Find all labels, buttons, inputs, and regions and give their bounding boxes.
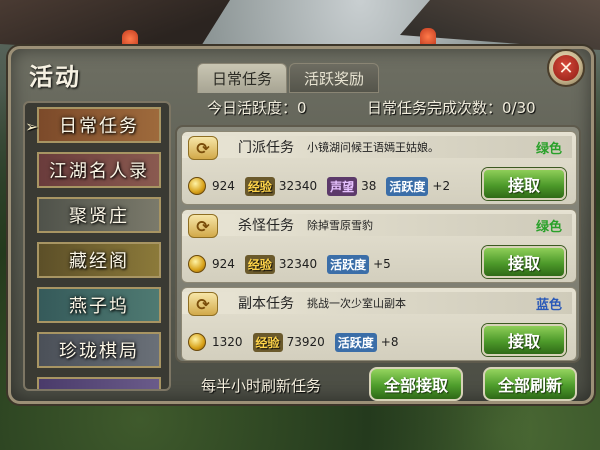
sidebar-item-label: 江湖名人录 [49, 161, 149, 182]
activity-panel: 活动 ✕ 日常任务 活跃奖励 今日活跃度：0 日常任务完成次数：0/30 ➢ 日… [8, 46, 594, 404]
exp-reward: 32340 [278, 179, 318, 193]
task-name: 副本任务 [238, 296, 294, 312]
reputation-reward: 38 [361, 179, 377, 193]
exp-reward: 32340 [278, 257, 318, 271]
task-description: 小镜湖问候王语嫣王姑娘。 [307, 141, 439, 154]
reputation-label: 声望 [327, 176, 358, 196]
sidebar-item-label: 珍珑棋局 [59, 341, 139, 362]
daily-completion-count: 日常任务完成次数：0/30 [367, 99, 536, 117]
exp-label: 经验 [244, 254, 275, 274]
silver-reward: 924 [212, 257, 235, 271]
sidebar-item-cangjingge[interactable]: 藏经阁 [37, 242, 161, 278]
task-name: 杀怪任务 [238, 218, 294, 234]
close-icon: ✕ [553, 55, 579, 81]
sidebar: ➢ 日常任务 江湖名人录 聚贤庄 藏经阁 燕子坞 珍珑棋局 [23, 101, 171, 391]
task-row-sect: ⟳ 门派任务 小镜湖问候王语嫣王姑娘。 绿色 924 经验 32340 声望 3… [181, 131, 577, 205]
sidebar-item-label: 聚贤庄 [69, 206, 129, 227]
sidebar-item-yanziwu[interactable]: 燕子坞 [37, 287, 161, 323]
activity-reward: +8 [380, 335, 399, 349]
activity-reward: +2 [432, 179, 451, 193]
coin-icon [188, 333, 206, 351]
sidebar-item-label: 藏经阁 [69, 251, 129, 272]
task-name: 门派任务 [238, 140, 294, 156]
refresh-note: 每半小时刷新任务 [201, 377, 322, 395]
activity-label: 活跃度 [386, 176, 429, 196]
sidebar-item-zhenlong-chess[interactable]: 珍珑棋局 [37, 332, 161, 368]
coin-icon [188, 177, 206, 195]
coin-icon [188, 255, 206, 273]
exp-label: 经验 [252, 332, 283, 352]
panel-title: 活动 [29, 62, 81, 91]
task-rewards: 924 经验 32340 声望 38 活跃度 +2 [188, 176, 450, 196]
task-row-dungeon: ⟳ 副本任务 挑战一次少室山副本 蓝色 1320 经验 73920 活跃度 +8… [181, 287, 577, 361]
task-quality: 蓝色 [535, 298, 562, 313]
sidebar-item-label: 燕子坞 [69, 296, 129, 317]
exp-reward: 73920 [286, 335, 325, 349]
task-rewards: 1320 经验 73920 活跃度 +8 [188, 332, 398, 352]
refresh-arrows-icon: ⟳ [188, 214, 218, 238]
activity-today: 今日活跃度：0 [207, 99, 307, 117]
task-quality: 绿色 [535, 142, 562, 157]
accept-button[interactable]: 接取 [482, 168, 566, 200]
accept-button[interactable]: 接取 [482, 324, 566, 356]
task-description: 除掉雪原雪豹 [307, 219, 373, 232]
task-description: 挑战一次少室山副本 [307, 297, 406, 310]
silver-reward: 1320 [212, 335, 243, 349]
activity-reward: +5 [373, 257, 391, 271]
task-list: ⟳ 门派任务 小镜湖问候王语嫣王姑娘。 绿色 924 经验 32340 声望 3… [175, 125, 581, 363]
activity-label: 活跃度 [327, 254, 370, 274]
task-row-monster: ⟳ 杀怪任务 除掉雪原雪豹 绿色 924 经验 32340 活跃度 +5 接取 [181, 209, 577, 283]
sidebar-item-daily-tasks[interactable]: ➢ 日常任务 [25, 107, 161, 143]
sidebar-item-more[interactable] [37, 377, 161, 389]
accept-all-button[interactable]: 全部接取 [369, 367, 463, 401]
task-quality: 绿色 [535, 220, 562, 235]
exp-label: 经验 [244, 176, 275, 196]
silver-reward: 924 [212, 179, 235, 193]
accept-button[interactable]: 接取 [482, 246, 566, 278]
sidebar-item-jianghu-famous[interactable]: 江湖名人录 [37, 152, 161, 188]
activity-label: 活跃度 [334, 332, 377, 352]
sidebar-item-label: 日常任务 [59, 116, 139, 137]
refresh-arrows-icon: ⟳ [188, 136, 218, 160]
tab-daily-tasks[interactable]: 日常任务 [197, 63, 287, 93]
tab-activity-rewards[interactable]: 活跃奖励 [289, 63, 379, 93]
refresh-all-button[interactable]: 全部刷新 [483, 367, 577, 401]
active-arrow-icon: ➢ [25, 117, 41, 136]
task-rewards: 924 经验 32340 活跃度 +5 [188, 254, 391, 274]
sidebar-item-juxianzhuang[interactable]: 聚贤庄 [37, 197, 161, 233]
close-button[interactable]: ✕ [547, 49, 585, 87]
refresh-arrows-icon: ⟳ [188, 292, 218, 316]
